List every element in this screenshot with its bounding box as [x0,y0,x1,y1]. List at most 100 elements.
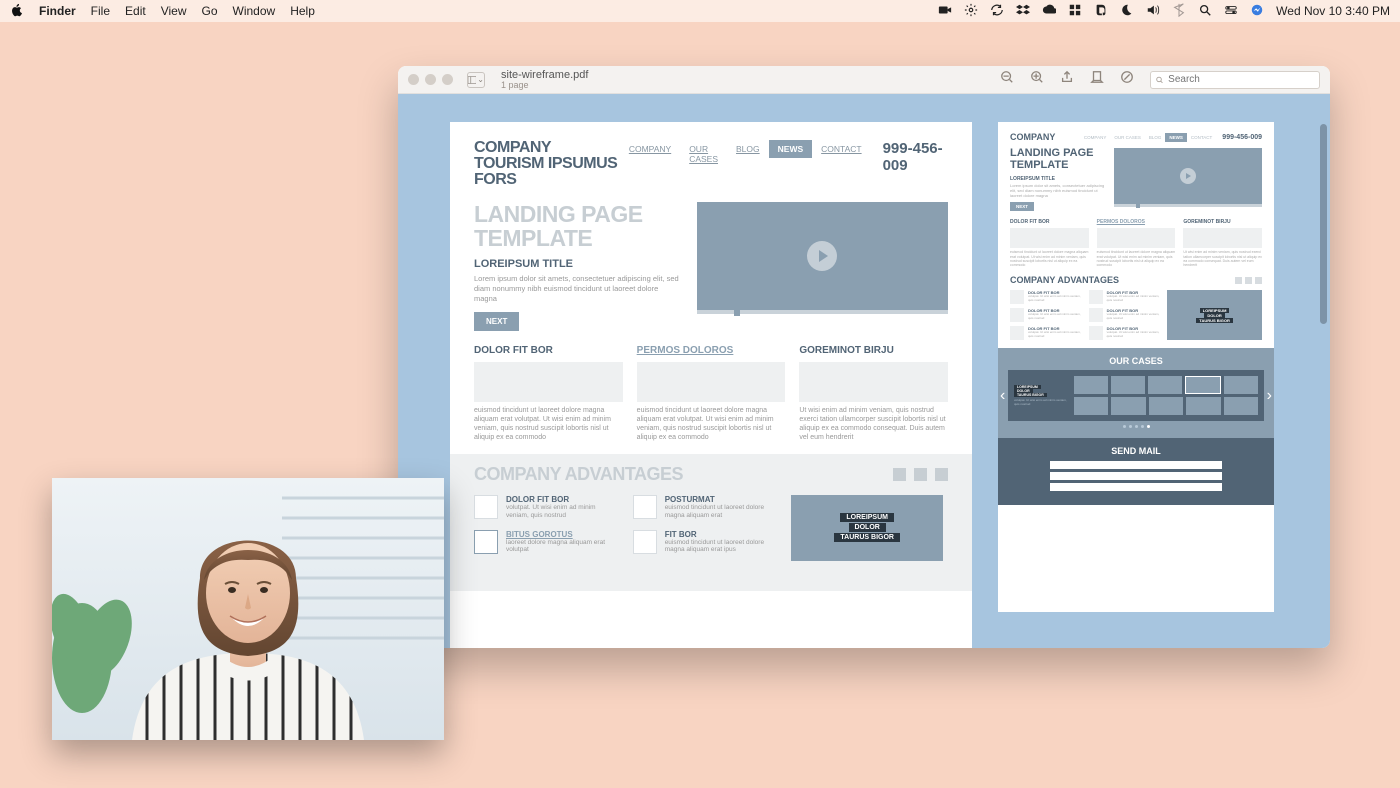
wireframe-page-thumb: COMPANY COMPANY OUR CASES BLOG NEWS CONT… [998,122,1274,612]
t-mail-f1 [1050,461,1222,469]
wf-adv-squares [893,468,948,481]
share-icon[interactable] [1060,70,1074,89]
gear-icon[interactable] [964,3,978,20]
square-icon [474,495,498,519]
volume-icon[interactable] [1146,3,1160,20]
t-video [1114,148,1262,204]
t-nav-comp: COMPANY [1080,133,1110,142]
t-c2h: PERMOS DOLOROS [1097,219,1176,225]
highlight-icon[interactable] [1090,70,1104,89]
search-field[interactable] [1150,71,1320,89]
zoom-out-icon[interactable] [1000,70,1014,89]
cloud-icon[interactable] [1042,3,1056,20]
t-hero-title: LANDING PAGE TEMPLATE [1010,148,1106,171]
t-play-icon [1180,168,1196,184]
wf-hero-sub: LOREIPSUM TITLE [474,258,683,270]
document-title: site-wireframe.pdf [501,70,588,81]
wf-nav-cases: OUR CASES [680,140,727,168]
menu-edit[interactable]: Edit [125,4,146,18]
wf-nav-contact: CONTACT [812,140,870,158]
t-adv-title: COMPANY ADVANTAGES [1010,275,1119,285]
wf-adv-a-txt: volutpat. Ut wisi enim ad minim veniam, … [506,504,619,520]
wf-col1-p: euismod tincidunt ut laoreet dolore magn… [474,406,623,442]
traffic-lights[interactable] [408,74,453,85]
wf-adv-d-txt: euismod tincidunt ut laoreet dolore magn… [665,539,778,555]
wf-col2-p: euismod tincidunt ut laoreet dolore magn… [637,406,786,442]
t-logo: COMPANY [1010,132,1055,142]
t-phone: 999-456-009 [1222,134,1262,141]
sync-icon[interactable] [990,3,1004,20]
messenger-icon[interactable] [1250,3,1264,20]
pdf-viewport[interactable]: COMPANY TOURISM IPSUMUS FORS COMPANY OUR… [398,94,1330,648]
wf-col3-p: Ut wisi enim ad minim veniam, quis nostr… [799,406,948,442]
spotlight-icon[interactable] [1198,3,1212,20]
t-c1h: DOLOR FIT BOR [1010,219,1089,225]
video-icon[interactable] [938,3,952,20]
t-c3p: Ut wisi enim ad minim veniam, quis nostr… [1183,250,1262,267]
preview-window: ⌄ site-wireframe.pdf 1 page COMPANY [398,66,1330,648]
wf-nav-blog: BLOG [727,140,769,158]
play-icon [807,241,837,271]
menu-file[interactable]: File [91,4,110,18]
wf-phone: 999-456-009 [883,140,948,174]
zoom-in-icon[interactable] [1030,70,1044,89]
menu-go[interactable]: Go [202,4,218,18]
clock[interactable]: Wed Nov 10 3:40 PM [1276,4,1390,18]
chevron-left-icon: ‹ [1000,387,1005,405]
t-nav-news: NEWS [1165,133,1187,142]
scrollbar-thumb[interactable] [1320,124,1327,324]
evernote-icon[interactable] [1094,3,1108,20]
wf-col3-h: GOREMINOT BIRJU [799,345,948,356]
wf-adv-title: COMPANY ADVANTAGES [474,464,683,485]
wf-col1-h: DOLOR FIT BOR [474,345,623,356]
wf-nav-company: COMPANY [620,140,680,158]
macos-menubar: Finder File Edit View Go Window Help Wed… [0,0,1400,22]
portrait-illustration [52,478,444,740]
bluetooth-icon[interactable] [1172,3,1186,20]
t-next: NEXT [1010,202,1034,211]
square-icon [633,495,657,519]
wf-blk1: LOREIPSUM [840,513,894,522]
wf-col2-box [637,362,786,402]
wf-adv-b: POSTURMAT [665,495,778,504]
sidebar-toggle-icon[interactable]: ⌄ [467,72,485,88]
wf-blk3: TAURUS BIGOR [834,533,900,542]
chevron-right-icon: › [1267,387,1272,405]
wf-col2-h: PERMOS DOLOROS [637,345,786,356]
controlcenter-icon[interactable] [1224,3,1238,20]
menu-window[interactable]: Window [233,4,276,18]
apple-icon[interactable] [10,3,24,20]
wf-adv-c-txt: laoreet dolore magna aliquam erat volutp… [506,539,619,555]
t-hero-body: Lorem ipsum dolor sit amets, consectetue… [1010,184,1106,198]
scrollbar[interactable] [1320,124,1327,645]
wf-nav-news: NEWS [769,140,813,158]
t-vbar [1114,204,1262,207]
square-icon [633,530,657,554]
t-nav-blog: BLOG [1145,133,1166,142]
grid-icon[interactable] [1068,3,1082,20]
menu-view[interactable]: View [161,4,187,18]
t-c2p: euismod tincidunt ut laoreet dolore magn… [1097,250,1176,267]
t-c1p: euismod tincidunt ut laoreet dolore magn… [1010,250,1089,267]
t-cases-title: OUR CASES [1008,356,1264,366]
wf-logo: COMPANY [474,140,620,156]
t-blk3: TAURUS BIGOR [1196,318,1233,323]
wireframe-page-main: COMPANY TOURISM IPSUMUS FORS COMPANY OUR… [450,122,972,648]
wf-video-scrub [697,310,948,314]
t-dots [1008,425,1264,428]
moon-icon[interactable] [1120,3,1134,20]
t-nav-cases: OUR CASES [1110,133,1145,142]
square-icon [474,530,498,554]
menu-help[interactable]: Help [290,4,315,18]
wf-hero-title: LANDING PAGE TEMPLATE [474,202,683,250]
app-name[interactable]: Finder [39,4,76,18]
wf-adv-hero: LOREIPSUM DOLOR TAURUS BIGOR [791,495,943,561]
wf-next-button: NEXT [474,312,519,331]
wf-hero-body: Lorem ipsum dolor sit amets, consectetue… [474,274,683,303]
wf-blk2: DOLOR [849,523,886,532]
search-input[interactable] [1168,74,1315,85]
wf-adv-c: BITUS GOROTUS [506,530,619,539]
wf-col3-box [799,362,948,402]
markup-icon[interactable] [1120,70,1134,89]
dropbox-icon[interactable] [1016,3,1030,20]
